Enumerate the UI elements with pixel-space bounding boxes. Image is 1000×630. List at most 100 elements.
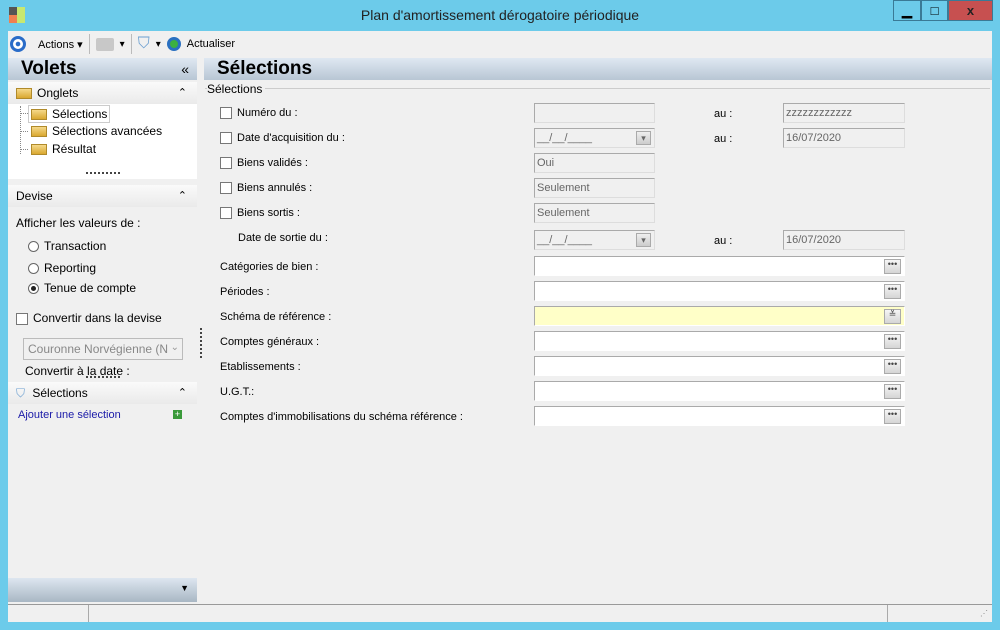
date-acquisition-checkbox[interactable]: Date d'acquisition du :	[220, 132, 345, 145]
radio-transaction[interactable]: Transaction	[28, 239, 106, 253]
radio-label: Tenue de compte	[44, 281, 137, 295]
date-sortie-from-input[interactable]: __/__/____ ▾	[534, 230, 655, 250]
refresh-icon[interactable]	[166, 37, 181, 51]
double-chevron-down-icon[interactable]: ≚	[884, 309, 901, 324]
comptes-generaux-input[interactable]: •••	[534, 331, 905, 351]
tab-resultat[interactable]: Résultat	[31, 141, 96, 157]
minimize-button[interactable]: ▁	[893, 0, 921, 21]
etablissements-input[interactable]: •••	[534, 356, 905, 376]
radio-icon	[28, 263, 39, 275]
tab-selections-avancees[interactable]: Sélections avancées	[31, 123, 162, 139]
schema-input[interactable]: ≚	[534, 306, 905, 326]
chevron-down-icon[interactable]: ▾	[636, 131, 651, 145]
page-header: Sélections	[204, 58, 992, 80]
radio-label: Transaction	[44, 239, 107, 253]
devise-header[interactable]: Devise ⌃	[8, 185, 197, 207]
biens-annules-input[interactable]: Seulement	[534, 178, 655, 198]
show-values-label: Afficher les valeurs de :	[16, 216, 141, 230]
checkbox-icon	[220, 107, 232, 120]
page-title: Sélections	[217, 58, 313, 79]
ellipsis-button[interactable]: •••	[884, 284, 901, 299]
checkbox-icon	[220, 207, 232, 220]
print-dropdown[interactable]: ▾	[120, 39, 125, 50]
categories-input[interactable]: •••	[534, 256, 905, 276]
currency-select[interactable]: Couronne Norvégienne (N ⌄	[23, 338, 183, 360]
field-label: Biens validés :	[237, 157, 308, 169]
folder-icon	[16, 88, 32, 100]
ugt-label: U.G.T.:	[220, 386, 255, 398]
radio-icon	[28, 241, 39, 253]
plus-icon[interactable]: +	[173, 410, 182, 419]
currency-value: Couronne Norvégienne (N	[28, 342, 169, 356]
numero-from-input[interactable]	[534, 103, 655, 123]
tab-label: Sélections	[52, 107, 108, 121]
ellipsis-button[interactable]: •••	[884, 384, 901, 399]
tab-label: Sélections avancées	[52, 124, 163, 138]
date-sortie-to-input[interactable]: 16/07/2020	[783, 230, 905, 250]
ellipsis-button[interactable]: •••	[884, 359, 901, 374]
resize-grip-icon[interactable]: ⋰	[980, 609, 988, 618]
field-label: Numéro du :	[237, 107, 298, 119]
vertical-splitter[interactable]	[200, 328, 202, 358]
collapse-panels-button[interactable]: «	[181, 58, 189, 80]
biens-sortis-checkbox[interactable]: Biens sortis :	[220, 207, 300, 220]
group-title: Sélections	[207, 82, 266, 96]
biens-annules-checkbox[interactable]: Biens annulés :	[220, 182, 313, 195]
date-acquisition-to-input[interactable]: 16/07/2020	[783, 128, 905, 148]
biens-valides-checkbox[interactable]: Biens validés :	[220, 157, 308, 170]
schema-label: Schéma de référence :	[220, 311, 332, 323]
radio-reporting[interactable]: Reporting	[28, 261, 96, 275]
checkbox-icon	[220, 132, 232, 145]
comptes-immobilisations-label: Comptes d'immobilisations du schéma réfé…	[220, 411, 463, 423]
refresh-button[interactable]: Actualiser	[187, 38, 235, 50]
ellipsis-button[interactable]: •••	[884, 259, 901, 274]
etablissements-label: Etablissements :	[220, 361, 301, 373]
ellipsis-button[interactable]: •••	[884, 334, 901, 349]
filter-dropdown[interactable]: ▾	[156, 39, 161, 50]
toolbar: Actions ▾ ▾ ⛉ ▾ Actualiser	[8, 31, 992, 57]
numero-checkbox[interactable]: Numéro du :	[220, 107, 298, 120]
radio-label: Reporting	[44, 261, 97, 275]
categories-label: Catégories de bien :	[220, 261, 319, 273]
ugt-input[interactable]: •••	[534, 381, 905, 401]
date-acquisition-from-input[interactable]: __/__/____ ▾	[534, 128, 655, 148]
selections-header[interactable]: ⛉ Sélections ⌃	[8, 382, 197, 404]
folder-open-icon	[31, 109, 47, 121]
field-label: Biens annulés :	[237, 182, 313, 194]
splitter-handle[interactable]	[86, 376, 120, 378]
actions-menu[interactable]: Actions ▾	[38, 38, 83, 51]
au-label: au :	[714, 133, 733, 145]
biens-sortis-input[interactable]: Seulement	[534, 203, 655, 223]
chevron-up-icon[interactable]: ⌃	[178, 382, 187, 404]
field-label: Biens sortis :	[237, 207, 300, 219]
comptes-immobilisations-input[interactable]: •••	[534, 406, 905, 426]
actions-label: Actions	[38, 38, 75, 51]
checkbox-label: Convertir dans la devise	[33, 311, 162, 325]
tab-selections[interactable]: Sélections	[28, 105, 111, 123]
close-button[interactable]: x	[948, 0, 993, 21]
chevron-down-icon[interactable]: ▾	[636, 233, 651, 247]
periodes-input[interactable]: •••	[534, 281, 905, 301]
chevron-up-icon[interactable]: ⌃	[178, 82, 187, 104]
print-icon[interactable]	[95, 37, 114, 51]
ellipsis-button[interactable]: •••	[884, 409, 901, 424]
numero-to-input[interactable]: zzzzzzzzzzzz	[783, 103, 905, 123]
radio-tenue-de-compte[interactable]: Tenue de compte	[28, 281, 136, 295]
chevron-up-icon[interactable]: ⌃	[178, 185, 187, 207]
panels-header: Volets «	[8, 58, 197, 80]
dropdown-arrow-icon: ▼	[180, 583, 189, 593]
splitter-handle[interactable]	[86, 172, 120, 174]
convert-checkbox[interactable]: Convertir dans la devise	[16, 311, 162, 325]
target-icon[interactable]	[10, 36, 26, 52]
onglets-tree: Sélections Sélections avancées Résultat	[8, 104, 197, 179]
panel-overflow-button[interactable]: ▼	[8, 578, 197, 602]
panels-title: Volets	[21, 58, 77, 79]
app-window: Plan d'amortissement dérogatoire périodi…	[0, 0, 1000, 630]
maximize-button[interactable]: □	[921, 0, 948, 21]
add-selection-link[interactable]: Ajouter une sélection	[18, 409, 121, 421]
onglets-header[interactable]: Onglets ⌃	[8, 82, 197, 104]
biens-valides-input[interactable]: Oui	[534, 153, 655, 173]
comptes-generaux-label: Comptes généraux :	[220, 336, 320, 348]
date-value: __/__/____	[537, 234, 593, 246]
filter-icon[interactable]: ⛉	[138, 35, 150, 53]
